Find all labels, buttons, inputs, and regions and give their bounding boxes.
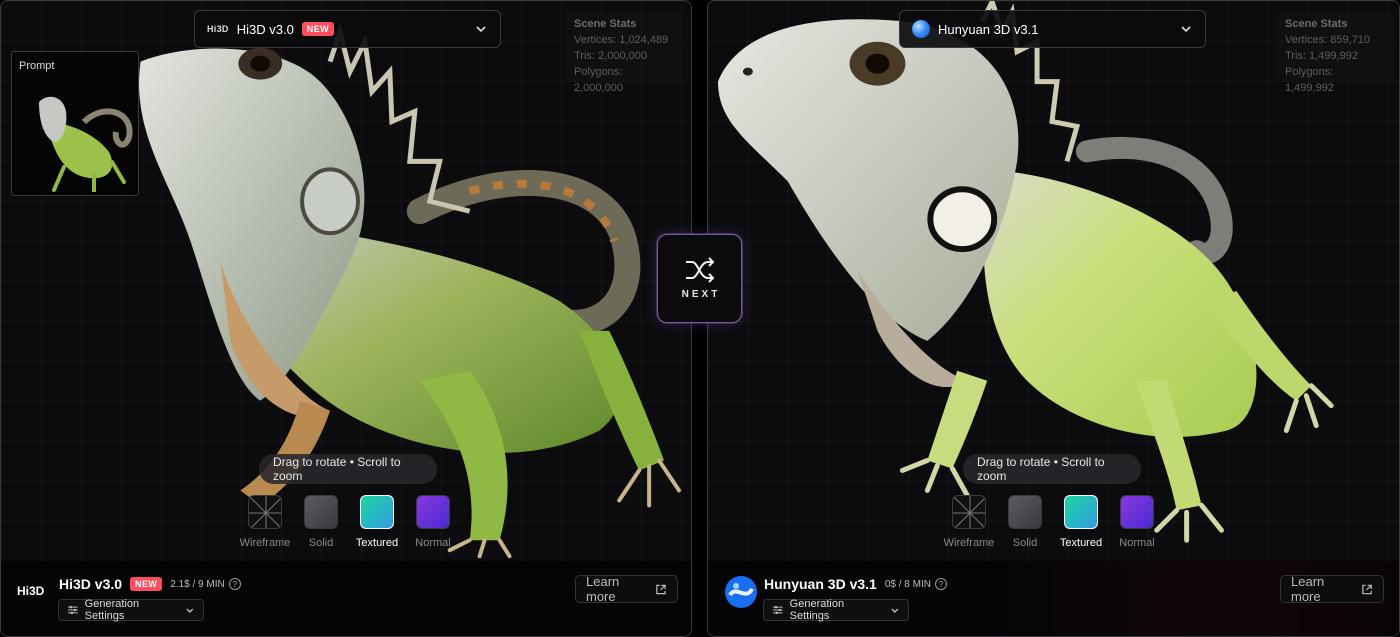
learn-more-button[interactable]: Learn more	[1280, 574, 1384, 604]
tris-count: Tris: 2,000,000	[574, 50, 647, 62]
new-badge: NEW	[130, 577, 163, 591]
sliders-icon	[67, 605, 78, 615]
prompt-iguana-image	[39, 96, 133, 192]
help-icon[interactable]: ?	[934, 578, 947, 590]
model-selector-right[interactable]: Hunyuan 3D v3.1	[899, 10, 1206, 48]
mode-textured[interactable]: Textured	[349, 495, 405, 549]
textured-icon	[360, 495, 394, 529]
mode-solid[interactable]: Solid	[293, 495, 349, 549]
mode-normal[interactable]: Normal	[405, 495, 461, 549]
textured-icon	[1064, 495, 1098, 529]
vertices-count: Vertices: 859,710	[1285, 34, 1371, 46]
external-link-icon	[656, 584, 666, 594]
footer-model-name: Hunyuan 3D v3.1	[764, 576, 877, 592]
right-model-panel: Hunyuan 3D v3.1 Scene Stats Vertices: 85…	[707, 0, 1400, 637]
mode-label: Normal	[1119, 537, 1155, 549]
model-footer-left: Hi3D Hi3D v3.0 NEW 2.1$ / 9 MIN ? Genera…	[1, 561, 691, 636]
mode-wireframe[interactable]: Wireframe	[237, 495, 293, 549]
model-selector-left[interactable]: Hi3D Hi3D v3.0 NEW	[194, 10, 501, 48]
generation-settings-button[interactable]: Generation Settings	[58, 598, 204, 622]
footer-title-row: Hunyuan 3D v3.1 0$ / 8 MIN ?	[764, 576, 947, 592]
hi3d-logo-icon: Hi3D	[17, 584, 45, 598]
learn-more-button[interactable]: Learn more	[575, 574, 678, 604]
scene-stats-right: Scene Stats Vertices: 859,710 Tris: 1,49…	[1276, 11, 1394, 94]
footer-model-name: Hi3D v3.0	[59, 576, 123, 592]
render-mode-selector-right: Wireframe Solid Textured Normal	[941, 495, 1165, 549]
prompt-label: Prompt	[19, 60, 55, 72]
chevron-down-icon	[1181, 26, 1191, 33]
tris-count: Tris: 1,499,992	[1285, 50, 1358, 62]
prompt-image-thumbnail[interactable]: Prompt	[11, 51, 139, 196]
next-button[interactable]: NEXT	[657, 234, 742, 323]
generation-settings-label: Generation Settings	[84, 598, 140, 622]
footer-title-row: Hi3D v3.0 NEW 2.1$ / 9 MIN ?	[59, 576, 241, 592]
shuffle-icon	[685, 257, 714, 283]
mode-label: Textured	[1059, 537, 1103, 549]
hunyuan-logo-icon	[724, 575, 758, 614]
viewport-hint: Drag to rotate • Scroll to zoom	[259, 454, 437, 484]
next-label: NEXT	[681, 289, 721, 300]
mode-wireframe[interactable]: Wireframe	[941, 495, 997, 549]
chevron-down-icon	[476, 26, 486, 33]
mode-label: Wireframe	[943, 537, 995, 549]
left-model-panel: Hi3D Hi3D v3.0 NEW Scene Stats Vertices:…	[0, 0, 692, 637]
wireframe-icon	[952, 495, 986, 529]
mode-normal[interactable]: Normal	[1109, 495, 1165, 549]
mode-label: Solid	[1012, 537, 1038, 549]
help-icon[interactable]: ?	[228, 578, 241, 590]
normal-icon	[1120, 495, 1154, 529]
viewport-hint: Drag to rotate • Scroll to zoom	[963, 454, 1141, 484]
mode-label: Wireframe	[239, 537, 291, 549]
scene-stats-header: Scene Stats	[574, 18, 637, 30]
hi3d-logo-icon: Hi3D	[207, 24, 229, 34]
price-label: 2.1$ / 9 MIN	[170, 578, 225, 590]
sliders-icon	[772, 605, 783, 615]
chevron-down-icon	[891, 608, 899, 613]
polygons-count: Polygons: 2,000,000	[574, 66, 623, 94]
learn-more-label: Learn more	[1291, 574, 1325, 604]
normal-icon	[416, 495, 450, 529]
new-badge: NEW	[301, 22, 334, 36]
mode-solid[interactable]: Solid	[997, 495, 1053, 549]
mode-label: Normal	[415, 537, 451, 549]
solid-icon	[304, 495, 338, 529]
solid-icon	[1008, 495, 1042, 529]
model-footer-right: Hunyuan 3D v3.1 0$ / 8 MIN ? Generation …	[708, 561, 1399, 636]
learn-more-label: Learn more	[586, 574, 620, 604]
model-name: Hi3D v3.0	[236, 21, 294, 37]
generation-settings-button[interactable]: Generation Settings	[763, 598, 909, 622]
chevron-down-icon	[186, 608, 194, 613]
model-name: Hunyuan 3D v3.1	[938, 21, 1039, 37]
render-mode-selector-left: Wireframe Solid Textured Normal	[237, 495, 461, 549]
vertices-count: Vertices: 1,024,489	[574, 34, 669, 46]
hunyuan-logo-icon	[912, 20, 930, 38]
mode-textured[interactable]: Textured	[1053, 495, 1109, 549]
price-label: 0$ / 8 MIN	[884, 578, 931, 590]
mode-label: Solid	[308, 537, 334, 549]
mode-label: Textured	[355, 537, 399, 549]
wireframe-icon	[248, 495, 282, 529]
scene-stats-left: Scene Stats Vertices: 1,024,489 Tris: 2,…	[565, 11, 683, 94]
scene-stats-header: Scene Stats	[1285, 18, 1348, 30]
polygons-count: Polygons: 1,499,992	[1285, 66, 1334, 94]
generation-settings-label: Generation Settings	[789, 598, 845, 622]
external-link-icon	[1362, 584, 1372, 594]
